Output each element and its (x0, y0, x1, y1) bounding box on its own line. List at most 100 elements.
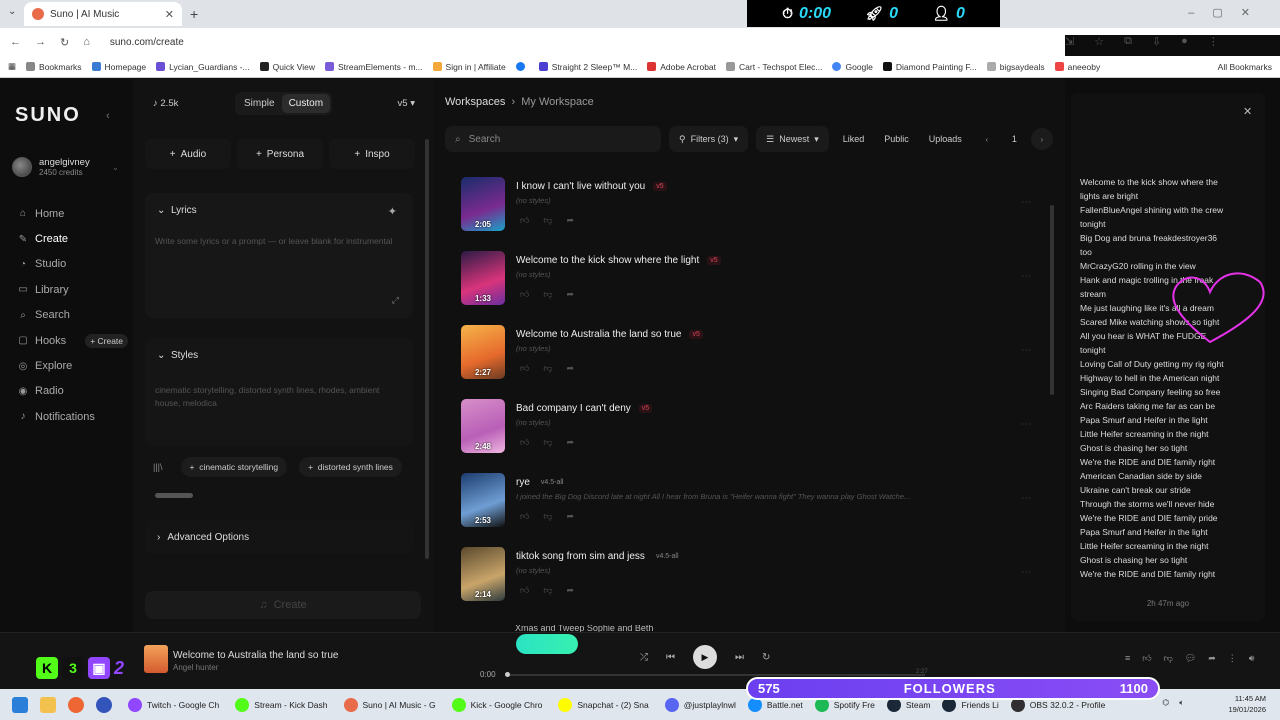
reload-icon[interactable]: ↻ (60, 36, 69, 49)
window-controls[interactable]: –▢✕ (1188, 6, 1268, 19)
dislike-icon[interactable]: 👎︎ (543, 585, 552, 596)
bookmark-item[interactable]: bigsaydeals (986, 62, 1045, 72)
song-cover[interactable]: 2:27 (461, 325, 505, 379)
chevron-down-icon[interactable]: ⌄ (112, 163, 119, 172)
song-cover[interactable]: 2:14 (461, 547, 505, 601)
tab-search-icon[interactable]: ⌄ (8, 6, 16, 17)
browser-icon[interactable] (68, 696, 84, 713)
sidebar-item-notifications[interactable]: ♪ Notifications (18, 404, 128, 429)
forward-icon[interactable]: → (35, 36, 46, 48)
browser-tab[interactable]: Suno | AI Music ✕ (24, 2, 182, 26)
user-menu[interactable]: angelgivney 2450 credits (12, 157, 90, 177)
share-icon[interactable]: ➦ (1208, 653, 1216, 664)
bookmark-item[interactable]: StreamElements - m... (324, 62, 423, 72)
lyrics-header[interactable]: ⌄ Lyrics (157, 205, 197, 216)
version-select[interactable]: v5 ▾ (398, 98, 415, 109)
song-title[interactable]: Welcome to Australia the land so true (516, 329, 681, 340)
sidebar-item-search[interactable]: ⌕ Search (18, 303, 128, 328)
dislike-icon[interactable]: 👎︎ (543, 289, 552, 300)
prev-page-icon[interactable]: ‹ (976, 128, 998, 150)
suno-logo[interactable]: SUNO (15, 104, 81, 127)
home-browser-icon[interactable]: ⌂ (83, 36, 90, 48)
bookmark-item[interactable]: Bookmarks (26, 62, 82, 72)
dislike-icon[interactable]: 👎︎ (543, 511, 552, 522)
sidebar-item-radio[interactable]: ◉ Radio (18, 379, 128, 404)
like-icon[interactable]: 👍︎ (520, 363, 529, 374)
all-bookmarks[interactable]: All Bookmarks (1211, 62, 1272, 72)
player-artist[interactable]: Angel hunter (173, 663, 218, 672)
url-field[interactable]: suno.com/create (110, 37, 184, 48)
sidebar-item-create[interactable]: ✎ Create (18, 226, 128, 251)
progress-bar[interactable] (505, 672, 925, 677)
sort-button[interactable]: ☰ Newest ▾ (756, 126, 829, 152)
search-input[interactable]: ⌕ Search (445, 126, 661, 152)
share-icon[interactable]: ➦ (567, 437, 575, 448)
like-icon[interactable]: 👍︎ (520, 585, 529, 596)
song-cover[interactable]: 2:53 (461, 473, 505, 527)
volume-icon[interactable]: 🔊︎ (1249, 653, 1255, 664)
more-options-icon[interactable]: ⋯ (1021, 197, 1031, 208)
breadcrumb-workspaces[interactable]: Workspaces (445, 96, 505, 108)
song-row[interactable]: 2:27 Welcome to Australia the land so tru… (461, 325, 1051, 399)
like-icon[interactable]: 👍︎ (1142, 653, 1151, 664)
more-options-icon[interactable]: ⋯ (1021, 493, 1031, 504)
clock[interactable]: 11:45 AM 19/01/2026 (1228, 693, 1266, 715)
sidebar-item-hooks[interactable]: ▢ Hooks + Create (18, 328, 129, 353)
taskbar-app[interactable]: Suno | AI Music - G (343, 697, 436, 712)
close-tab-icon[interactable]: ✕ (165, 8, 174, 21)
song-title[interactable]: Bad company I can't deny (516, 403, 631, 414)
player-title[interactable]: Welcome to Australia the land so true (173, 650, 338, 661)
bookmark-item[interactable]: Google (832, 62, 873, 72)
bookmark-item[interactable]: Homepage (91, 62, 146, 72)
edge-icon[interactable] (96, 696, 112, 713)
song-title[interactable]: I know I can't live without you (516, 181, 645, 192)
dislike-icon[interactable]: 👎︎ (543, 437, 552, 448)
like-icon[interactable]: 👍︎ (520, 215, 529, 226)
share-icon[interactable]: ➦ (567, 289, 575, 300)
song-cover[interactable]: 2:48 (461, 399, 505, 453)
style-chip[interactable]: + cinematic storytelling (180, 457, 288, 477)
share-icon[interactable]: ➦ (567, 585, 575, 596)
advanced-options[interactable]: › Advanced Options (145, 520, 413, 554)
bookmark-item[interactable]: Sign in | Affiliate (432, 62, 506, 72)
bookmark-item[interactable]: aneeoby (1054, 62, 1100, 72)
new-tab-icon[interactable]: + (190, 6, 198, 22)
more-icon[interactable]: ⋮ (1228, 653, 1237, 664)
more-options-icon[interactable]: ⋯ (1021, 271, 1031, 282)
chips-scrollbar[interactable] (147, 493, 409, 499)
like-icon[interactable]: 👍︎ (520, 511, 529, 522)
play-button[interactable]: ▶ (693, 645, 717, 669)
public-filter[interactable]: Public (878, 134, 915, 144)
taskbar-app[interactable]: Twitch - Google Ch (128, 697, 219, 712)
player-cover[interactable] (144, 645, 168, 673)
dislike-icon[interactable]: 👎︎ (543, 215, 552, 226)
song-list-scrollbar[interactable] (1050, 165, 1056, 627)
song-title[interactable]: rye (516, 477, 530, 488)
progress-knob[interactable] (505, 672, 510, 677)
bookmark-item[interactable]: Quick View (259, 62, 315, 72)
bookmark-item[interactable]: Diamond Painting F... (882, 62, 977, 72)
expand-icon[interactable]: ⤢ (392, 295, 399, 306)
hooks-create-button[interactable]: + Create (85, 333, 129, 348)
bars-icon[interactable]: |||\ (153, 462, 163, 472)
network-icon[interactable]: ⌬ (1162, 698, 1169, 708)
bookmark-item[interactable]: Lycian_Guardians -... (156, 62, 250, 72)
song-row[interactable]: 2:14 tiktok song from sim and jess v4.5-al… (461, 547, 1051, 621)
comment-icon[interactable]: 💬︎ (1185, 653, 1196, 664)
add-persona-button[interactable]: + Persona (237, 139, 323, 169)
close-icon[interactable]: ✕ (1243, 105, 1252, 118)
song-title[interactable]: tiktok song from sim and jess (516, 551, 645, 562)
taskbar-app[interactable]: Snapchat - (2) Sna (558, 697, 649, 712)
speaker-icon[interactable]: 🔈︎ (1179, 698, 1184, 708)
magic-wand-icon[interactable]: ✦ (388, 205, 397, 218)
sidebar-item-explore[interactable]: ◎ Explore (18, 353, 128, 378)
like-icon[interactable]: 👍︎ (520, 289, 529, 300)
sidebar-item-studio[interactable]: ◔ Studio (18, 252, 128, 277)
share-icon[interactable]: ➦ (567, 215, 575, 226)
mode-simple-button[interactable]: Simple (237, 94, 282, 113)
taskbar-app[interactable]: Stream - Kick Dash (235, 697, 328, 712)
next-page-icon[interactable]: › (1030, 128, 1053, 150)
mode-custom-button[interactable]: Custom (281, 93, 331, 113)
song-cover[interactable]: 2:05 (461, 177, 505, 231)
queue-icon[interactable]: ≡ (1125, 653, 1130, 664)
